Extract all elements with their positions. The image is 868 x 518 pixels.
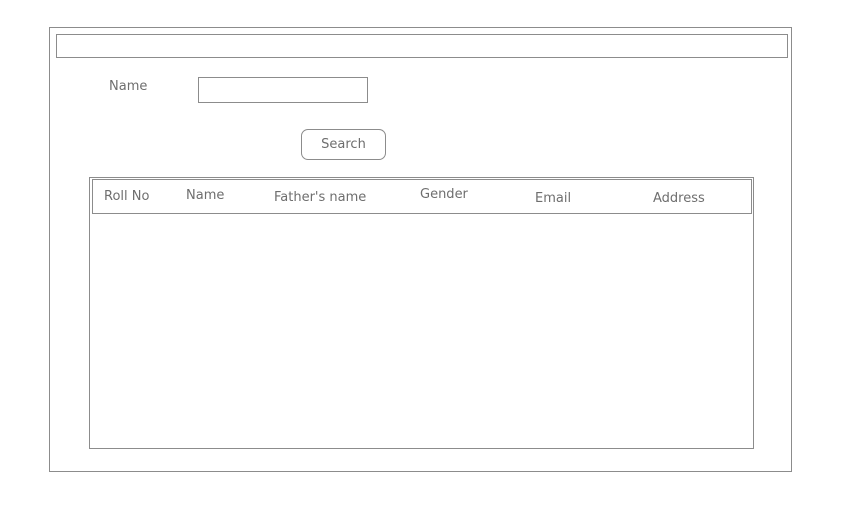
name-input[interactable]	[198, 77, 368, 103]
results-table: Roll No Name Father's name Gender Email …	[89, 177, 754, 449]
table-body	[92, 215, 752, 447]
name-label: Name	[109, 79, 148, 94]
column-header-name: Name	[186, 188, 225, 203]
column-header-roll-no: Roll No	[104, 189, 150, 204]
title-bar	[56, 34, 788, 58]
table-header: Roll No Name Father's name Gender Email …	[92, 179, 752, 214]
search-button[interactable]: Search	[301, 129, 386, 160]
column-header-gender: Gender	[420, 187, 468, 202]
column-header-fathers-name: Father's name	[274, 190, 367, 205]
column-header-email: Email	[535, 191, 572, 206]
column-header-address: Address	[653, 191, 705, 206]
